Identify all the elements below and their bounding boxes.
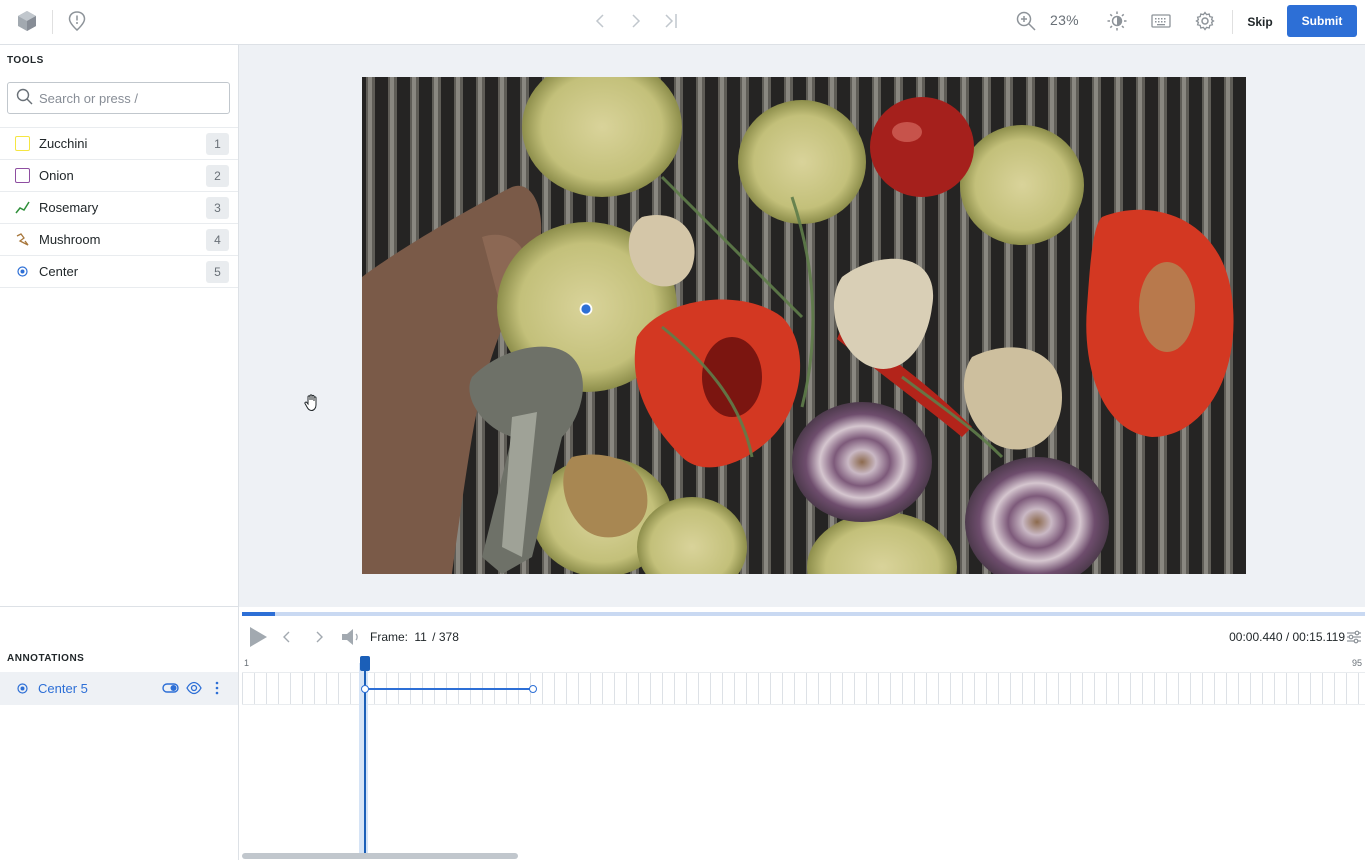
prev-icon[interactable] bbox=[590, 11, 610, 31]
grilled-vegetables-image bbox=[362, 77, 1246, 574]
play-icon[interactable] bbox=[248, 626, 270, 648]
keyframe-marker[interactable] bbox=[361, 685, 369, 693]
timeline-settings-icon[interactable] bbox=[1346, 630, 1362, 644]
timeline-panel: Frame: 11 / 378 00:00.440 / 00:15.119 1 … bbox=[239, 607, 1365, 860]
annotations-title: ANNOTATIONS bbox=[7, 653, 85, 664]
brightness-icon[interactable] bbox=[1106, 10, 1128, 32]
top-toolbar: 23% Skip Submit bbox=[0, 0, 1365, 45]
canvas-area[interactable] bbox=[239, 45, 1365, 607]
tools-title: TOOLS bbox=[7, 55, 44, 66]
tool-item-mushroom[interactable]: Mushroom 4 bbox=[0, 224, 238, 256]
more-options-icon[interactable] bbox=[214, 681, 220, 698]
submit-button[interactable]: Submit bbox=[1287, 5, 1357, 37]
point-icon bbox=[17, 683, 28, 694]
time-indicator: 00:00.440 / 00:15.119 bbox=[1229, 630, 1345, 644]
polygon-icon bbox=[15, 232, 30, 247]
bounding-box-icon bbox=[15, 168, 30, 183]
tools-panel: TOOLS Zucchini 1 Onion 2 Rosemary 3 bbox=[0, 45, 239, 607]
ruler-start-label: 1 bbox=[244, 658, 250, 668]
hotkey-badge: 4 bbox=[206, 229, 229, 251]
tool-label: Center bbox=[39, 264, 79, 279]
hotkey-badge: 2 bbox=[206, 165, 229, 187]
search-input[interactable] bbox=[39, 90, 219, 106]
frame-indicator: Frame: 11 / 378 bbox=[370, 630, 459, 644]
tool-label: Rosemary bbox=[39, 200, 99, 215]
center-point-marker bbox=[579, 302, 593, 316]
playhead-handle[interactable] bbox=[360, 656, 370, 671]
next-frame-icon[interactable] bbox=[314, 630, 326, 644]
video-frame[interactable] bbox=[362, 77, 1246, 574]
issue-icon[interactable] bbox=[66, 10, 88, 32]
tool-item-zucchini[interactable]: Zucchini 1 bbox=[0, 128, 238, 160]
annotation-row[interactable]: Center 5 bbox=[0, 672, 238, 705]
logo-icon[interactable] bbox=[16, 10, 38, 32]
next-icon[interactable] bbox=[626, 11, 646, 31]
ruler-end-label: 95 bbox=[1351, 658, 1362, 668]
tool-item-center[interactable]: Center 5 bbox=[0, 256, 238, 288]
frame-prefix: Frame: bbox=[370, 630, 409, 644]
annotations-panel: ANNOTATIONS Center 5 bbox=[0, 607, 239, 860]
tool-item-onion[interactable]: Onion 2 bbox=[0, 160, 238, 192]
playback-progress-fill bbox=[242, 612, 275, 616]
last-icon[interactable] bbox=[661, 11, 681, 31]
tool-list: Zucchini 1 Onion 2 Rosemary 3 Mushroom 4 bbox=[0, 127, 238, 288]
tool-search[interactable] bbox=[7, 82, 230, 114]
point-icon bbox=[15, 264, 30, 279]
horizontal-scrollbar[interactable] bbox=[242, 853, 518, 859]
tool-label: Mushroom bbox=[39, 232, 101, 247]
hotkey-badge: 5 bbox=[206, 261, 229, 283]
hotkey-badge: 3 bbox=[206, 197, 229, 219]
volume-icon[interactable] bbox=[341, 628, 361, 646]
keyframe-marker[interactable] bbox=[529, 685, 537, 693]
keyboard-icon[interactable] bbox=[1150, 10, 1172, 32]
tool-item-rosemary[interactable]: Rosemary 3 bbox=[0, 192, 238, 224]
skip-button[interactable]: Skip bbox=[1240, 6, 1280, 37]
eye-icon[interactable] bbox=[186, 681, 202, 698]
frame-total: / 378 bbox=[432, 630, 459, 644]
playback-progress-bar[interactable] bbox=[242, 612, 1365, 616]
zoom-level: 23% bbox=[1050, 12, 1079, 28]
tool-label: Zucchini bbox=[39, 136, 88, 151]
settings-icon[interactable] bbox=[1194, 10, 1216, 32]
search-icon bbox=[16, 88, 33, 108]
zoom-in-icon[interactable] bbox=[1015, 10, 1037, 32]
tool-label: Onion bbox=[39, 168, 74, 183]
bounding-box-icon bbox=[15, 136, 30, 151]
toggle-icon[interactable] bbox=[162, 682, 179, 697]
polyline-icon bbox=[15, 200, 30, 215]
annotation-label: Center 5 bbox=[38, 681, 88, 696]
frame-current[interactable]: 11 bbox=[414, 630, 426, 644]
hand-cursor-icon bbox=[304, 394, 320, 412]
hotkey-badge: 1 bbox=[206, 133, 229, 155]
prev-frame-icon[interactable] bbox=[282, 630, 294, 644]
keyframe-segment[interactable] bbox=[365, 688, 533, 690]
